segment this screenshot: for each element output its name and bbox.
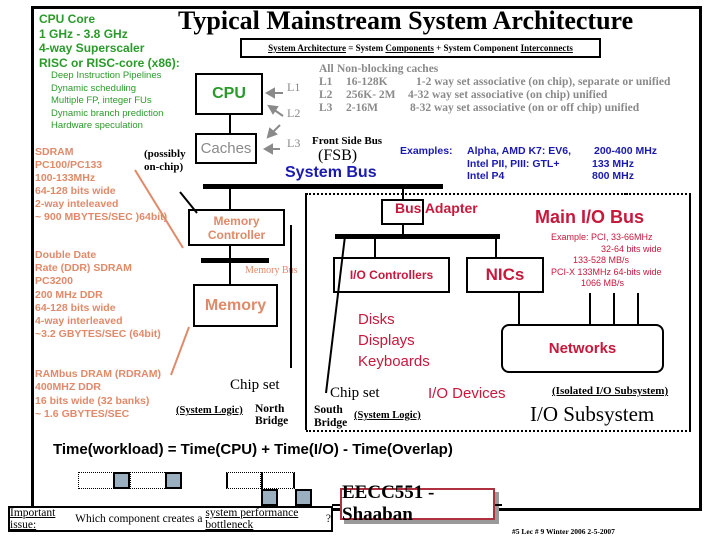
rdram-pointer-line: [170, 326, 190, 376]
connector-overlay: [134, 87, 502, 506]
slide: Typical Mainstream System Architecture S…: [0, 0, 720, 540]
sdram-pointer-line: [134, 169, 184, 249]
l3-arrow-icon: [262, 143, 280, 155]
south-bridge-pointer-line: [325, 235, 346, 394]
l2-to-caches-arrow-icon: [266, 124, 281, 139]
l1-arrow-icon: [264, 87, 283, 99]
memctrl-pointer-line: [179, 191, 198, 214]
l2-arrow-icon: [267, 104, 284, 117]
